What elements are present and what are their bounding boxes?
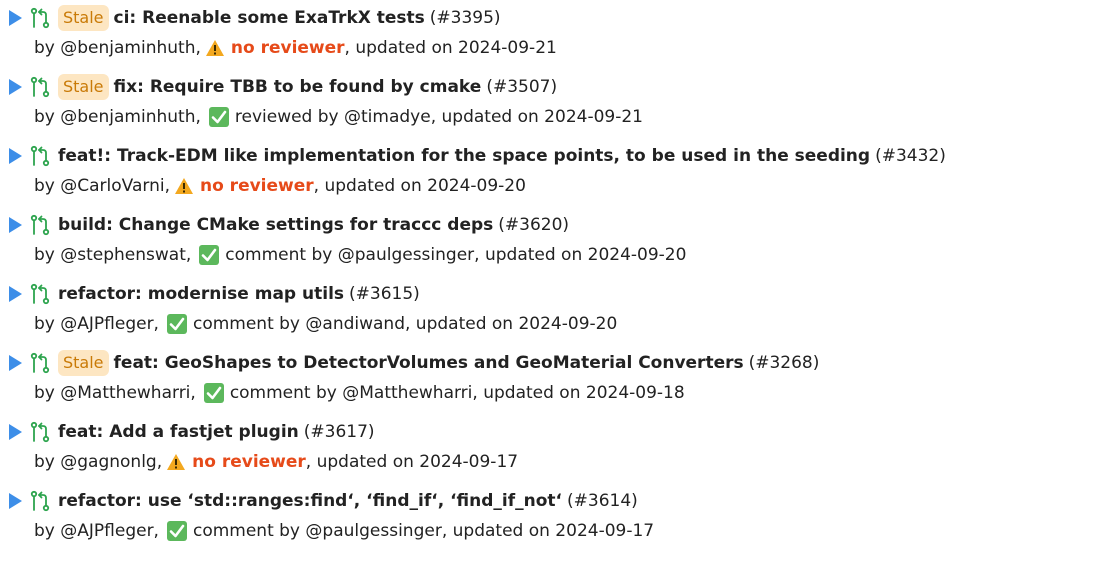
review-status: comment by: [192, 521, 300, 541]
updated-date: , updated on 2024-09-21: [430, 107, 643, 127]
pr-number[interactable]: (#3432): [875, 145, 946, 167]
pr-author[interactable]: by @stephenswat,: [34, 244, 191, 266]
pr-number[interactable]: (#3615): [349, 283, 420, 305]
warning-icon: [166, 453, 186, 471]
git-pull-request-icon: [30, 76, 50, 98]
triangle-right-icon[interactable]: [9, 286, 22, 303]
pr-title-line: feat!: Track-EDM like implementation for…: [0, 141, 946, 171]
pr-number[interactable]: (#3620): [498, 214, 569, 236]
review-status: no reviewer: [199, 176, 314, 196]
check-mark-icon: [199, 245, 220, 265]
pull-request-item: feat!: Track-EDM like implementation for…: [0, 141, 1110, 210]
triangle-right-icon[interactable]: [9, 355, 22, 372]
pr-author[interactable]: by @benjaminhuth,: [34, 106, 201, 128]
updated-date: , updated on 2024-09-18: [472, 383, 685, 403]
reviewer-name[interactable]: @Matthewharri: [342, 382, 472, 404]
pr-title-line: build: Change CMake settings for traccc …: [0, 210, 569, 240]
triangle-right-icon[interactable]: [9, 10, 22, 27]
git-pull-request-icon: [30, 145, 50, 167]
check-mark-icon: [208, 107, 229, 127]
reviewer-name[interactable]: @andiwand: [305, 313, 405, 335]
updated-date: , updated on 2024-09-20: [474, 245, 687, 265]
check-mark-icon: [203, 383, 224, 403]
pull-request-list: Stale ci: Reenable some ExaTrkX tests (#33…: [0, 0, 1110, 555]
check-mark-icon: [166, 521, 187, 541]
warning-icon: [174, 177, 194, 195]
review-status: comment by: [229, 383, 337, 403]
pr-number[interactable]: (#3617): [304, 421, 375, 443]
git-pull-request-icon: [30, 214, 50, 236]
pr-title[interactable]: refactor: use ‘std::ranges:find‘, ‘find_…: [58, 490, 562, 512]
pr-number[interactable]: (#3614): [567, 490, 638, 512]
git-pull-request-icon: [30, 7, 50, 29]
triangle-right-icon[interactable]: [9, 493, 22, 510]
git-pull-request-icon: [30, 421, 50, 443]
pr-number[interactable]: (#3395): [430, 7, 501, 29]
pull-request-item: refactor: modernise map utils (#3615) by @…: [0, 279, 1110, 348]
pr-title[interactable]: fix: Require TBB to be found by cmake: [114, 76, 482, 98]
pr-number[interactable]: (#3268): [749, 352, 820, 374]
pr-title-line: feat: Add a fastjet plugin (#3617): [0, 417, 375, 447]
pr-title-line: refactor: modernise map utils (#3615): [0, 279, 420, 309]
pr-author[interactable]: by @AJPfleger,: [34, 520, 159, 542]
git-pull-request-icon: [30, 352, 50, 374]
stale-badge: Stale: [58, 74, 109, 100]
pr-meta-line: by @AJPfleger, comment by @paulgessinger,…: [34, 519, 654, 543]
review-status: no reviewer: [192, 452, 306, 472]
reviewer-name[interactable]: @paulgessinger: [338, 244, 474, 266]
updated-date: , updated on 2024-09-20: [405, 314, 618, 334]
updated-date: , updated on 2024-09-17: [441, 521, 655, 541]
triangle-right-icon[interactable]: [9, 79, 22, 96]
pull-request-item: build: Change CMake settings for traccc …: [0, 210, 1110, 279]
pr-meta-line: by @gagnonlg, no reviewer, updated on 202…: [34, 450, 518, 474]
pr-author[interactable]: by @AJPfleger,: [34, 313, 159, 335]
pr-title[interactable]: ci: Reenable some ExaTrkX tests: [114, 7, 425, 29]
triangle-right-icon[interactable]: [9, 217, 22, 234]
pr-meta-line: by @benjaminhuth, reviewed by @timadye, u…: [34, 105, 643, 129]
pr-number[interactable]: (#3507): [486, 76, 557, 98]
pr-title-line: Stale feat: GeoShapes to DetectorVolumes …: [0, 348, 819, 378]
pull-request-item: Stale ci: Reenable some ExaTrkX tests (#33…: [0, 3, 1110, 72]
reviewer-name[interactable]: @timadye: [344, 106, 431, 128]
pr-meta-line: by @stephenswat, comment by @paulgessinge…: [34, 243, 686, 267]
review-status: comment by: [225, 245, 333, 265]
triangle-right-icon[interactable]: [9, 148, 22, 165]
pr-author[interactable]: by @benjaminhuth,: [34, 37, 201, 59]
pr-meta-line: by @Matthewharri, comment by @Matthewharr…: [34, 381, 685, 405]
pr-meta-line: by @CarloVarni, no reviewer, updated on 2…: [34, 174, 526, 198]
pr-meta-line: by @benjaminhuth, no reviewer, updated on…: [34, 36, 557, 60]
updated-date: , updated on 2024-09-20: [313, 176, 526, 196]
pr-title[interactable]: refactor: modernise map utils: [58, 283, 344, 305]
pr-meta-line: by @AJPfleger, comment by @andiwand, upda…: [34, 312, 617, 336]
updated-date: , updated on 2024-09-21: [344, 38, 557, 58]
review-status: no reviewer: [230, 38, 345, 58]
pr-title[interactable]: feat: GeoShapes to DetectorVolumes and G…: [114, 352, 744, 374]
pr-author[interactable]: by @gagnonlg,: [34, 451, 162, 473]
pull-request-item: Stale fix: Require TBB to be found by cma…: [0, 72, 1110, 141]
pull-request-item: feat: Add a fastjet plugin (#3617) by @gag…: [0, 417, 1110, 486]
pr-title-line: Stale fix: Require TBB to be found by cma…: [0, 72, 557, 102]
check-mark-icon: [166, 314, 187, 334]
pr-author[interactable]: by @CarloVarni,: [34, 175, 170, 197]
pr-title-line: refactor: use ‘std::ranges:find‘, ‘find_…: [0, 486, 638, 516]
triangle-right-icon[interactable]: [9, 424, 22, 441]
warning-icon: [205, 39, 225, 57]
stale-badge: Stale: [58, 350, 109, 376]
stale-badge: Stale: [58, 5, 109, 31]
pr-title[interactable]: build: Change CMake settings for traccc …: [58, 214, 493, 236]
review-status: comment by: [192, 314, 300, 334]
git-pull-request-icon: [30, 490, 50, 512]
pull-request-item: refactor: use ‘std::ranges:find‘, ‘find_…: [0, 486, 1110, 555]
review-status: reviewed by: [234, 107, 339, 127]
updated-date: , updated on 2024-09-17: [305, 452, 519, 472]
pr-title[interactable]: feat!: Track-EDM like implementation for…: [58, 145, 870, 167]
pull-request-item: Stale feat: GeoShapes to DetectorVolumes …: [0, 348, 1110, 417]
git-pull-request-icon: [30, 283, 50, 305]
pr-title[interactable]: feat: Add a fastjet plugin: [58, 421, 299, 443]
reviewer-name[interactable]: @paulgessinger: [305, 520, 441, 542]
pr-title-line: Stale ci: Reenable some ExaTrkX tests (#33…: [0, 3, 501, 33]
pr-author[interactable]: by @Matthewharri,: [34, 382, 196, 404]
